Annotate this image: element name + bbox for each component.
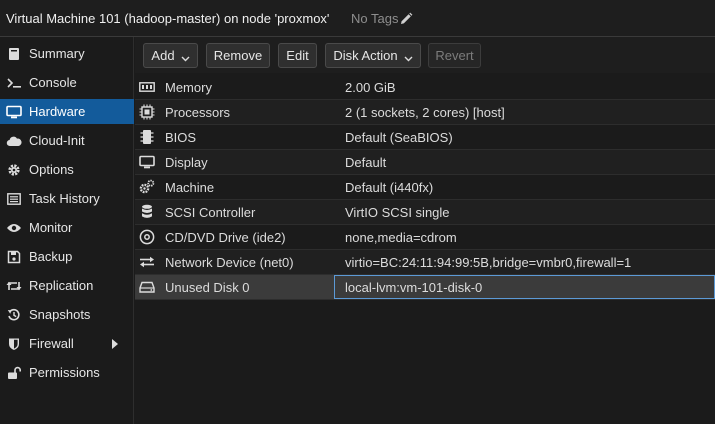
sidebar-item-label: Summary bbox=[29, 46, 85, 61]
title-bar: Virtual Machine 101 (hadoop-master) on n… bbox=[0, 0, 715, 37]
gear-icon bbox=[6, 162, 22, 178]
shield-icon bbox=[6, 336, 22, 352]
sidebar-item-monitor[interactable]: Monitor bbox=[0, 215, 134, 240]
table-row[interactable]: BIOS Default (SeaBIOS) bbox=[135, 125, 715, 150]
eye-icon bbox=[6, 220, 22, 236]
sidebar-item-cloud-init[interactable]: Cloud-Init bbox=[0, 128, 134, 153]
chevron-down-icon bbox=[181, 51, 190, 62]
sidebar-item-label: Hardware bbox=[29, 104, 86, 119]
sidebar-item-label: Console bbox=[29, 75, 77, 90]
row-name: Machine bbox=[165, 180, 215, 195]
monitor-icon bbox=[139, 154, 155, 170]
revert-button-label: Revert bbox=[435, 48, 474, 63]
history-icon bbox=[6, 307, 22, 323]
memory-icon bbox=[139, 79, 155, 95]
desktop-icon bbox=[6, 104, 22, 120]
cogs-icon bbox=[139, 179, 155, 195]
sidebar-item-permissions[interactable]: Permissions bbox=[0, 360, 134, 385]
row-name: Memory bbox=[165, 80, 212, 95]
list-icon bbox=[6, 191, 22, 207]
row-name: SCSI Controller bbox=[165, 205, 256, 220]
unlock-icon bbox=[6, 365, 22, 381]
page-title: Virtual Machine 101 (hadoop-master) on n… bbox=[6, 11, 330, 26]
chevron-right-icon[interactable] bbox=[112, 339, 118, 349]
row-value: VirtIO SCSI single bbox=[345, 205, 450, 220]
table-row[interactable]: Network Device (net0) virtio=BC:24:11:94… bbox=[135, 250, 715, 275]
table-row[interactable]: Machine Default (i440fx) bbox=[135, 175, 715, 200]
edit-button[interactable]: Edit bbox=[278, 43, 317, 68]
sidebar-item-label: Backup bbox=[29, 249, 73, 264]
sidebar-item-label: Options bbox=[29, 162, 74, 177]
tags-label: No Tags bbox=[351, 11, 399, 26]
sidebar-item-snapshots[interactable]: Snapshots bbox=[0, 302, 134, 327]
edit-button-label: Edit bbox=[286, 48, 309, 63]
row-name: Network Device (net0) bbox=[165, 255, 294, 270]
table-row[interactable]: CD/DVD Drive (ide2) none,media=cdrom bbox=[135, 225, 715, 250]
table-row[interactable]: Processors 2 (1 sockets, 2 cores) [host] bbox=[135, 100, 715, 125]
row-value: Default bbox=[345, 155, 387, 170]
row-name: Unused Disk 0 bbox=[165, 280, 250, 295]
sidebar-item-options[interactable]: Options bbox=[0, 157, 134, 182]
table-row[interactable]: Display Default bbox=[135, 150, 715, 175]
terminal-icon bbox=[6, 75, 22, 91]
row-name: BIOS bbox=[165, 130, 197, 145]
sidebar-item-label: Firewall bbox=[29, 336, 74, 351]
remove-button-label: Remove bbox=[213, 48, 263, 63]
sidebar-item-replication[interactable]: Replication bbox=[0, 273, 134, 298]
row-value: Default (i440fx) bbox=[345, 180, 434, 195]
sidebar-item-label: Replication bbox=[29, 278, 94, 293]
sidebar-item-firewall[interactable]: Firewall bbox=[0, 331, 134, 356]
row-value: 2 (1 sockets, 2 cores) [host] bbox=[345, 105, 505, 120]
row-name: Processors bbox=[165, 105, 231, 120]
add-button-label: Add bbox=[151, 48, 175, 63]
row-value: local-lvm:vm-101-disk-0 bbox=[345, 280, 483, 295]
sidebar-item-console[interactable]: Console bbox=[0, 70, 134, 95]
table-row[interactable]: SCSI Controller VirtIO SCSI single bbox=[135, 200, 715, 225]
row-value: none,media=cdrom bbox=[345, 230, 457, 245]
revert-button[interactable]: Revert bbox=[428, 43, 481, 68]
row-value: Default (SeaBIOS) bbox=[345, 130, 453, 145]
microchip-icon bbox=[139, 129, 155, 145]
row-name: CD/DVD Drive (ide2) bbox=[165, 230, 286, 245]
hdd-icon bbox=[139, 279, 155, 295]
sidebar-item-label: Task History bbox=[29, 191, 100, 206]
remove-button[interactable]: Remove bbox=[206, 43, 270, 68]
row-value: 2.00 GiB bbox=[345, 80, 396, 95]
row-name: Display bbox=[165, 155, 208, 170]
database-icon bbox=[139, 204, 155, 220]
table-row[interactable]: Memory 2.00 GiB bbox=[135, 75, 715, 100]
cloud-icon bbox=[6, 133, 22, 149]
disk-action-button[interactable]: Disk Action bbox=[325, 43, 421, 68]
row-value: virtio=BC:24:11:94:99:5B,bridge=vmbr0,fi… bbox=[345, 255, 632, 270]
cdrom-icon bbox=[139, 229, 155, 245]
sidebar-item-task-history[interactable]: Task History bbox=[0, 186, 134, 211]
sidebar-item-hardware[interactable]: Hardware bbox=[0, 99, 134, 124]
sidebar: Summary Console Hardware Cloud-Init Opti… bbox=[0, 37, 134, 424]
sidebar-item-summary[interactable]: Summary bbox=[0, 41, 134, 66]
cpu-icon bbox=[139, 104, 155, 120]
add-button[interactable]: Add bbox=[143, 43, 198, 68]
sidebar-item-label: Cloud-Init bbox=[29, 133, 85, 148]
sidebar-item-label: Snapshots bbox=[29, 307, 91, 322]
sidebar-item-backup[interactable]: Backup bbox=[0, 244, 134, 269]
chevron-down-icon bbox=[404, 51, 413, 62]
book-icon bbox=[6, 46, 22, 62]
table-row[interactable]: Unused Disk 0 local-lvm:vm-101-disk-0 bbox=[135, 275, 715, 300]
disk-action-button-label: Disk Action bbox=[333, 48, 398, 63]
toolbar: Add Remove Edit Disk Action Revert bbox=[135, 37, 715, 73]
sidebar-item-label: Permissions bbox=[29, 365, 100, 380]
floppy-icon bbox=[6, 249, 22, 265]
retweet-icon bbox=[6, 278, 22, 294]
exchange-icon bbox=[139, 254, 155, 270]
pencil-icon[interactable] bbox=[399, 12, 413, 26]
sidebar-item-label: Monitor bbox=[29, 220, 73, 235]
